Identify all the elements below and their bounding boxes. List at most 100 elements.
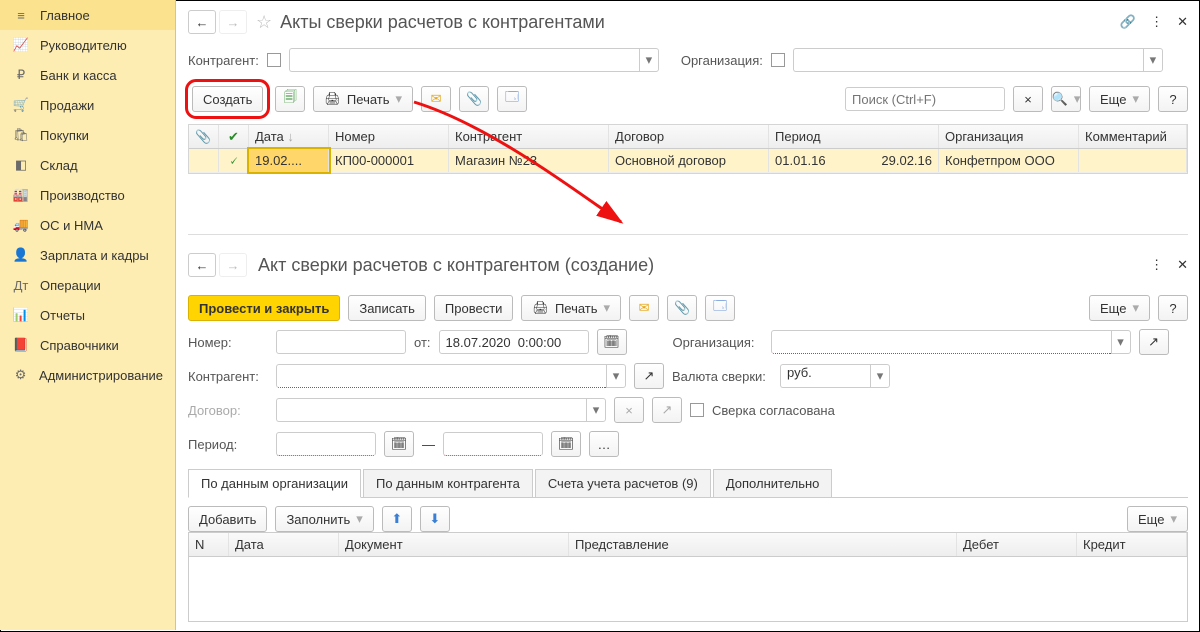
period-to-field[interactable]: [443, 432, 543, 456]
counterparty-select[interactable]: ▾: [276, 364, 626, 388]
filter-row: Контрагент: ▾ Организация: ▾: [188, 48, 1188, 72]
sidebar-item-chart[interactable]: 📈Руководителю: [0, 30, 175, 60]
calendar-icon[interactable]: 🗓: [551, 431, 581, 457]
col-org[interactable]: Организация: [939, 125, 1079, 148]
table-row[interactable]: 🗸 19.02.... КП00-000001 Магазин №23 Осно…: [189, 149, 1187, 173]
period-from-field[interactable]: [276, 432, 376, 456]
org-select[interactable]: ▾: [771, 330, 1131, 354]
counterparty-select[interactable]: ▾: [289, 48, 659, 72]
sidebar-item-truck[interactable]: 🚚ОС и НМА: [0, 210, 175, 240]
more-button[interactable]: Еще▾: [1089, 295, 1150, 321]
col-period[interactable]: Период: [769, 125, 939, 148]
agreed-check[interactable]: [690, 403, 704, 417]
col-dogo[interactable]: Договор: [609, 125, 769, 148]
attach-button[interactable]: 📎: [667, 295, 697, 321]
sidebar-item-factory[interactable]: 🏭Производство: [0, 180, 175, 210]
col-rep[interactable]: Представление: [569, 533, 957, 556]
sidebar-item-label: Покупки: [40, 128, 89, 143]
nav-forward-button[interactable]: →: [219, 253, 247, 277]
favorite-icon[interactable]: ☆: [256, 12, 272, 33]
counterparty-check[interactable]: [267, 53, 281, 67]
contract-select[interactable]: ▾: [276, 398, 606, 422]
open-icon[interactable]: ↗: [634, 363, 664, 389]
col-n[interactable]: N: [189, 533, 229, 556]
post-button[interactable]: Провести: [434, 295, 514, 321]
save-button[interactable]: Записать: [348, 295, 426, 321]
period-picker-button[interactable]: …: [589, 431, 619, 457]
move-up-button[interactable]: ⬆: [382, 506, 412, 532]
number-field[interactable]: [276, 330, 406, 354]
sidebar-item-bars[interactable]: 📊Отчеты: [0, 300, 175, 330]
sidebar-item-book[interactable]: 📕Справочники: [0, 330, 175, 360]
calendar-icon[interactable]: 🗓: [597, 329, 627, 355]
detail-grid[interactable]: N Дата Документ Представление Дебет Кред…: [188, 532, 1188, 622]
print-button[interactable]: 🖨Печать▾: [313, 86, 413, 112]
col-posted[interactable]: ✔: [219, 125, 249, 148]
col-comment[interactable]: Комментарий: [1079, 125, 1187, 148]
tab-org-data[interactable]: По данным организации: [188, 469, 361, 498]
sidebar-item-warehouse[interactable]: ◧Склад: [0, 150, 175, 180]
help-button[interactable]: ?: [1158, 295, 1188, 321]
open-icon[interactable]: ↗: [1139, 329, 1169, 355]
close-icon[interactable]: ✕: [1177, 14, 1188, 30]
col-date[interactable]: Дата: [229, 533, 339, 556]
sidebar-item-cart[interactable]: 🛒Продажи: [0, 90, 175, 120]
more-button[interactable]: Еще▾: [1127, 506, 1188, 532]
more-button[interactable]: Еще▾: [1089, 86, 1150, 112]
print-button[interactable]: 🖨Печать▾: [521, 295, 621, 321]
structure-button[interactable]: 🗔: [497, 86, 527, 112]
ruble-icon: ₽: [12, 66, 30, 84]
close-icon[interactable]: ✕: [1177, 257, 1188, 273]
org-check[interactable]: [771, 53, 785, 67]
attach-button[interactable]: 📎: [459, 86, 489, 112]
col-attach[interactable]: 📎: [189, 125, 219, 148]
search-icon: 🔍: [1052, 91, 1068, 107]
sidebar-item-ruble[interactable]: ₽Банк и касса: [0, 60, 175, 90]
col-kre[interactable]: Кредит: [1077, 533, 1187, 556]
page-title: Акты сверки расчетов с контрагентами: [280, 12, 605, 33]
sidebar-item-ops[interactable]: ДтОперации: [0, 270, 175, 300]
clear-icon[interactable]: ×: [614, 397, 644, 423]
mail-button[interactable]: ✉: [629, 295, 659, 321]
copy-button[interactable]: 🗐: [275, 86, 305, 112]
nav-back-button[interactable]: ←: [188, 10, 216, 34]
tab-additional[interactable]: Дополнительно: [713, 469, 833, 497]
nav-back-button[interactable]: ←: [188, 253, 216, 277]
date-field[interactable]: [439, 330, 589, 354]
help-button[interactable]: ?: [1158, 86, 1188, 112]
top-grid[interactable]: 📎 ✔ Дата ↓ Номер Контрагент Договор Пери…: [188, 124, 1188, 174]
counterparty-label: Контрагент:: [188, 369, 268, 384]
mail-button[interactable]: ✉: [421, 86, 451, 112]
tab-counterparty-data[interactable]: По данным контрагента: [363, 469, 533, 497]
col-deb[interactable]: Дебет: [957, 533, 1077, 556]
nav-forward-button[interactable]: →: [219, 10, 247, 34]
col-date[interactable]: Дата ↓: [249, 125, 329, 148]
menu-dots-icon[interactable]: ⋮: [1150, 14, 1163, 30]
sidebar-item-basket[interactable]: 🛍Покупки: [0, 120, 175, 150]
create-button[interactable]: Создать: [192, 86, 263, 112]
search-clear-button[interactable]: ×: [1013, 86, 1043, 112]
main: ← → ☆ Акты сверки расчетов с контрагента…: [176, 0, 1200, 630]
sidebar-item-person[interactable]: 👤Зарплата и кадры: [0, 240, 175, 270]
search-button[interactable]: 🔍▾: [1051, 86, 1081, 112]
fill-button[interactable]: Заполнить▾: [275, 506, 373, 532]
open-icon[interactable]: ↗: [652, 397, 682, 423]
org-select[interactable]: ▾: [793, 48, 1163, 72]
col-contr[interactable]: Контрагент: [449, 125, 609, 148]
menu-dots-icon[interactable]: ⋮: [1150, 257, 1163, 273]
structure-button[interactable]: 🗔: [705, 295, 735, 321]
cell-date[interactable]: 19.02....: [249, 149, 329, 172]
col-doc[interactable]: Документ: [339, 533, 569, 556]
sidebar-item-menu[interactable]: ≡Главное: [0, 0, 175, 30]
sidebar-item-gear[interactable]: ⚙Администрирование: [0, 360, 175, 390]
post-close-button[interactable]: Провести и закрыть: [188, 295, 340, 321]
currency-select[interactable]: руб.▾: [780, 364, 890, 388]
calendar-icon[interactable]: 🗓: [384, 431, 414, 457]
tree-icon: 🗔: [505, 88, 519, 110]
search-input[interactable]: [845, 87, 1005, 111]
link-icon[interactable]: 🔗: [1120, 14, 1136, 30]
move-down-button[interactable]: ⬇: [420, 506, 450, 532]
tab-accounts[interactable]: Счета учета расчетов (9): [535, 469, 711, 497]
col-num[interactable]: Номер: [329, 125, 449, 148]
add-button[interactable]: Добавить: [188, 506, 267, 532]
